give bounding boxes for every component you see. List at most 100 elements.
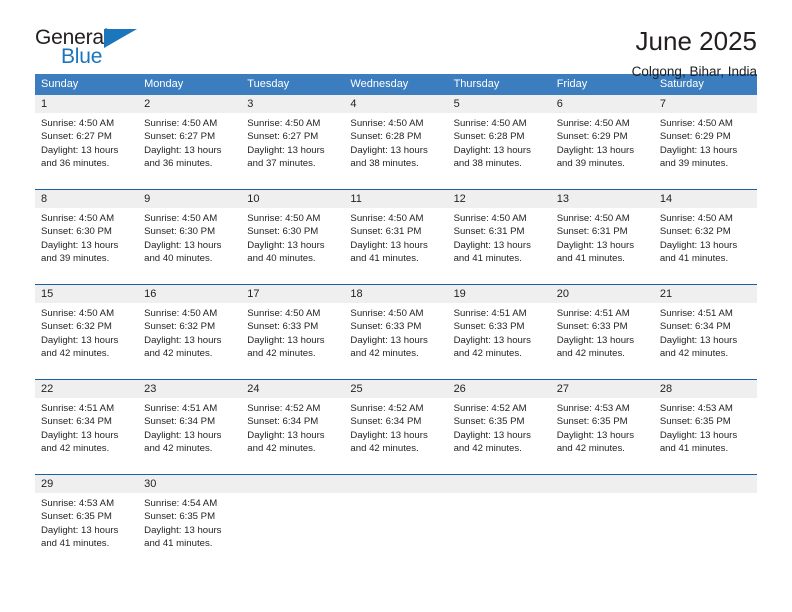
day-number[interactable]: 22 [35,379,139,398]
day-number[interactable]: 30 [138,474,242,493]
day-cell[interactable]: Sunrise: 4:53 AM Sunset: 6:35 PM Dayligh… [653,398,757,475]
day-number[interactable]: 13 [550,189,654,208]
daylight-text: Daylight: 13 hours and 40 minutes. [144,239,222,265]
day-number[interactable]: 10 [241,189,345,208]
day-cell[interactable]: Sunrise: 4:50 AM Sunset: 6:32 PM Dayligh… [653,208,757,285]
daylight-text: Daylight: 13 hours and 42 minutes. [453,334,531,360]
day-cell[interactable]: Sunrise: 4:51 AM Sunset: 6:33 PM Dayligh… [550,303,654,380]
sunset-text: Sunset: 6:35 PM [144,511,216,523]
day-cell[interactable]: Sunrise: 4:50 AM Sunset: 6:31 PM Dayligh… [550,208,654,285]
sunset-text: Sunset: 6:32 PM [144,321,216,333]
sunrise-text: Sunrise: 4:51 AM [556,308,630,319]
day-cell[interactable]: Sunrise: 4:50 AM Sunset: 6:28 PM Dayligh… [447,113,551,190]
sunset-text: Sunset: 6:35 PM [556,416,628,428]
day-number[interactable]: 25 [344,379,448,398]
day-cell[interactable]: Sunrise: 4:51 AM Sunset: 6:33 PM Dayligh… [447,303,551,380]
daylight-text: Daylight: 13 hours and 42 minutes. [556,429,635,455]
daylight-text: Daylight: 13 hours and 42 minutes. [41,429,119,455]
day-number[interactable]: 27 [550,379,654,398]
day-number[interactable]: 29 [35,474,139,493]
day-cell[interactable]: Sunrise: 4:50 AM Sunset: 6:32 PM Dayligh… [138,303,242,380]
day-cell[interactable]: Sunrise: 4:50 AM Sunset: 6:31 PM Dayligh… [447,208,551,285]
daylight-text: Daylight: 13 hours and 42 minutes. [247,429,325,455]
day-cell[interactable]: Sunrise: 4:50 AM Sunset: 6:31 PM Dayligh… [344,208,448,285]
sunrise-text: Sunrise: 4:53 AM [41,498,115,509]
sunset-text: Sunset: 6:32 PM [659,226,731,238]
daylight-text: Daylight: 13 hours and 36 minutes. [144,144,222,170]
day-number[interactable]: 15 [35,284,139,303]
day-number[interactable]: 5 [447,95,551,113]
day-cell[interactable]: Sunrise: 4:51 AM Sunset: 6:34 PM Dayligh… [138,398,242,475]
day-cell[interactable]: Sunrise: 4:50 AM Sunset: 6:30 PM Dayligh… [241,208,345,285]
day-number[interactable]: 11 [344,189,448,208]
day-cell[interactable]: Sunrise: 4:50 AM Sunset: 6:29 PM Dayligh… [550,113,654,190]
sunset-text: Sunset: 6:29 PM [556,131,628,143]
day-cell[interactable]: Sunrise: 4:51 AM Sunset: 6:34 PM Dayligh… [35,398,139,475]
day-number[interactable]: 16 [138,284,242,303]
sunrise-text: Sunrise: 4:52 AM [453,403,527,414]
daylight-text: Daylight: 13 hours and 42 minutes. [41,334,119,360]
day-cell[interactable]: Sunrise: 4:50 AM Sunset: 6:30 PM Dayligh… [35,208,139,285]
day-cell[interactable]: Sunrise: 4:54 AM Sunset: 6:35 PM Dayligh… [138,493,242,569]
daylight-text: Daylight: 13 hours and 42 minutes. [659,334,738,360]
day-cell-empty [241,493,345,569]
sunset-text: Sunset: 6:34 PM [41,416,112,428]
sunrise-text: Sunrise: 4:54 AM [144,498,218,509]
day-number[interactable]: 21 [653,284,757,303]
day-number[interactable]: 20 [550,284,654,303]
sunset-text: Sunset: 6:33 PM [350,321,422,333]
day-cell[interactable]: Sunrise: 4:50 AM Sunset: 6:27 PM Dayligh… [35,113,139,190]
day-cell[interactable]: Sunrise: 4:50 AM Sunset: 6:33 PM Dayligh… [344,303,448,380]
day-number[interactable]: 24 [241,379,345,398]
sunrise-text: Sunrise: 4:50 AM [556,118,630,129]
day-cell[interactable]: Sunrise: 4:51 AM Sunset: 6:34 PM Dayligh… [653,303,757,380]
weekday-header-tuesday: Tuesday [241,74,345,95]
day-cell[interactable]: Sunrise: 4:50 AM Sunset: 6:27 PM Dayligh… [241,113,345,190]
day-number[interactable]: 8 [35,189,139,208]
sunset-text: Sunset: 6:30 PM [41,226,112,238]
sunrise-text: Sunrise: 4:52 AM [247,403,321,414]
day-cell[interactable]: Sunrise: 4:52 AM Sunset: 6:34 PM Dayligh… [241,398,345,475]
day-number[interactable]: 6 [550,95,654,113]
week-row-details: Sunrise: 4:50 AM Sunset: 6:32 PM Dayligh… [35,303,757,380]
day-cell[interactable]: Sunrise: 4:50 AM Sunset: 6:30 PM Dayligh… [138,208,242,285]
day-cell[interactable]: Sunrise: 4:53 AM Sunset: 6:35 PM Dayligh… [550,398,654,475]
day-number[interactable]: 18 [344,284,448,303]
day-cell[interactable]: Sunrise: 4:50 AM Sunset: 6:27 PM Dayligh… [138,113,242,190]
day-number[interactable]: 7 [653,95,757,113]
day-number[interactable]: 14 [653,189,757,208]
daylight-text: Daylight: 13 hours and 41 minutes. [659,429,738,455]
sunset-text: Sunset: 6:33 PM [453,321,525,333]
day-number-empty [653,474,757,493]
day-cell[interactable]: Sunrise: 4:50 AM Sunset: 6:29 PM Dayligh… [653,113,757,190]
week-row-daynumbers: 29 30 [35,474,757,493]
day-cell-empty [447,493,551,569]
day-number[interactable]: 4 [344,95,448,113]
day-cell[interactable]: Sunrise: 4:50 AM Sunset: 6:28 PM Dayligh… [344,113,448,190]
day-cell[interactable]: Sunrise: 4:52 AM Sunset: 6:35 PM Dayligh… [447,398,551,475]
sunset-text: Sunset: 6:31 PM [556,226,628,238]
day-number[interactable]: 2 [138,95,242,113]
general-blue-logo: General Blue [35,26,155,72]
sunset-text: Sunset: 6:34 PM [247,416,319,428]
day-number[interactable]: 3 [241,95,345,113]
daylight-text: Daylight: 13 hours and 41 minutes. [556,239,635,265]
sunrise-text: Sunrise: 4:51 AM [659,308,733,319]
daylight-text: Daylight: 13 hours and 38 minutes. [350,144,428,170]
day-number[interactable]: 9 [138,189,242,208]
day-number[interactable]: 28 [653,379,757,398]
day-number[interactable]: 1 [35,95,139,113]
day-cell[interactable]: Sunrise: 4:52 AM Sunset: 6:34 PM Dayligh… [344,398,448,475]
day-number[interactable]: 23 [138,379,242,398]
weekday-header-sunday: Sunday [35,74,139,95]
day-number[interactable]: 17 [241,284,345,303]
day-cell[interactable]: Sunrise: 4:53 AM Sunset: 6:35 PM Dayligh… [35,493,139,569]
sunrise-text: Sunrise: 4:50 AM [659,213,733,224]
day-number[interactable]: 12 [447,189,551,208]
day-cell[interactable]: Sunrise: 4:50 AM Sunset: 6:32 PM Dayligh… [35,303,139,380]
day-number[interactable]: 19 [447,284,551,303]
day-cell[interactable]: Sunrise: 4:50 AM Sunset: 6:33 PM Dayligh… [241,303,345,380]
sunrise-text: Sunrise: 4:51 AM [453,308,527,319]
day-number[interactable]: 26 [447,379,551,398]
sunrise-text: Sunrise: 4:50 AM [41,118,115,129]
